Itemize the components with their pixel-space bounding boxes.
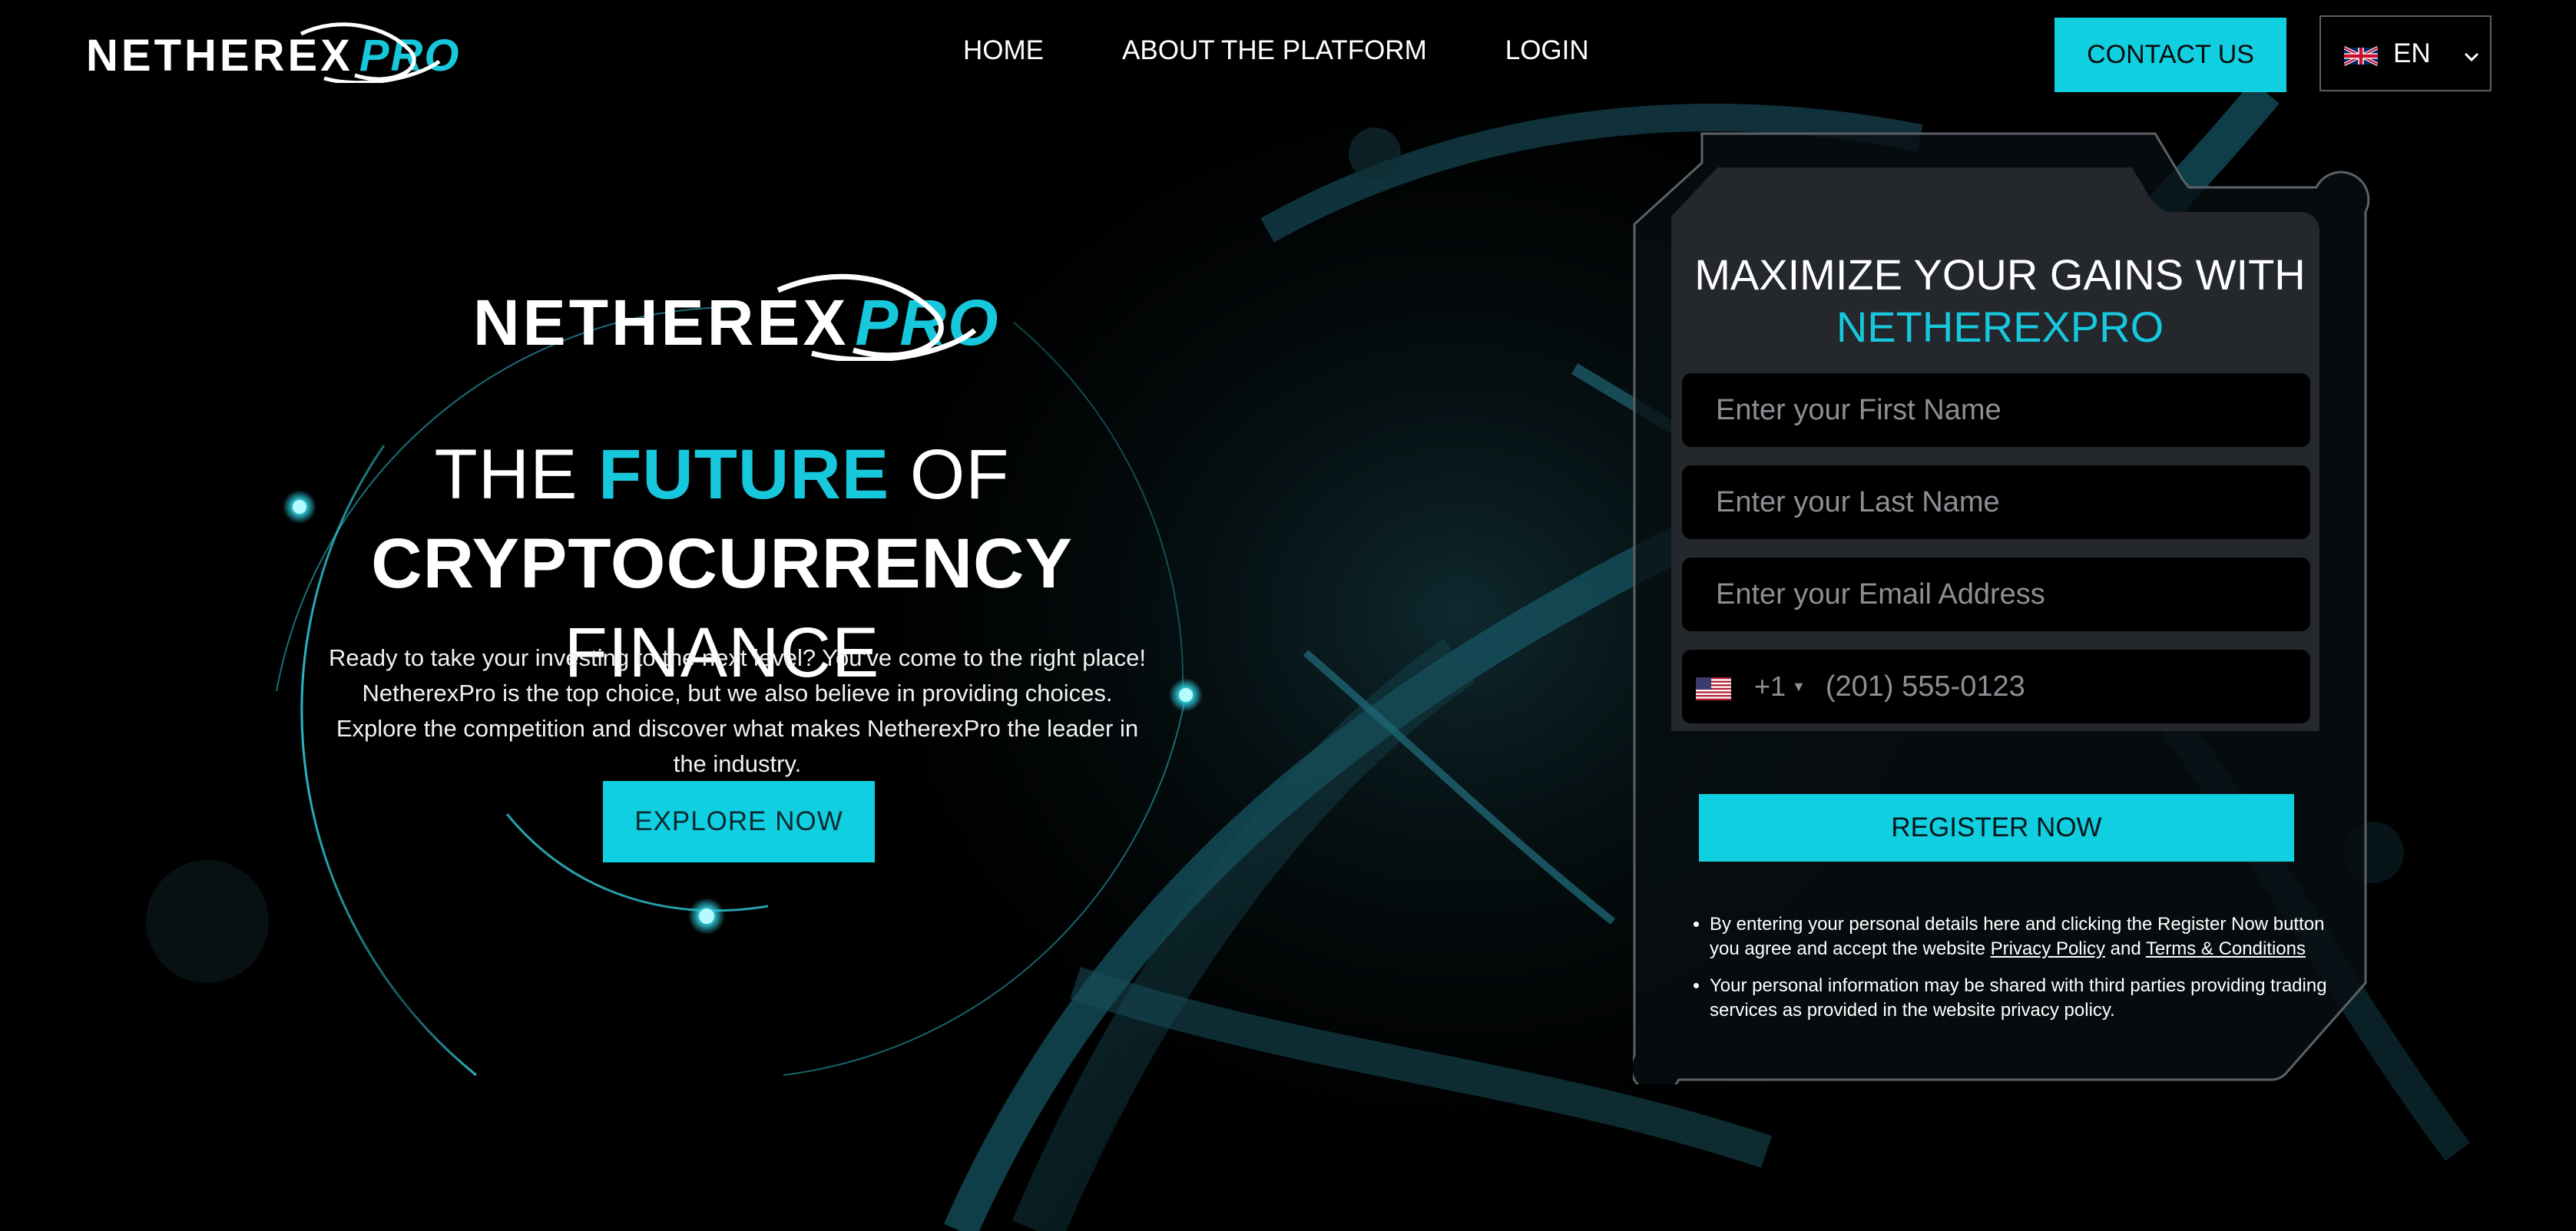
- hero-title-future: FUTURE: [598, 435, 890, 514]
- first-name-input[interactable]: [1716, 393, 2310, 427]
- hero-section: NETHEREX PRO THE FUTURE OF CRYPTOCURRENC…: [0, 0, 1306, 1231]
- hero-logo: NETHEREX PRO: [473, 273, 1000, 369]
- last-name-field[interactable]: [1682, 465, 2310, 539]
- form-title: MAXIMIZE YOUR GAINS WITH NETHEREXPRO: [1671, 249, 2329, 353]
- disclaimer-sharing-text: Your personal information may be shared …: [1710, 975, 2327, 1021]
- hero-title-cryptocurrency: CRYPTOCURRENCY: [371, 524, 1073, 603]
- nav-login[interactable]: LOGIN: [1505, 35, 1589, 66]
- nav-home[interactable]: HOME: [963, 35, 1044, 66]
- terms-conditions-link[interactable]: Terms & Conditions: [2146, 938, 2306, 959]
- phone-input[interactable]: [1825, 670, 2310, 703]
- main-nav: HOME ABOUT THE PLATFORM LOGIN: [963, 35, 1589, 66]
- form-disclaimer: By entering your personal details here a…: [1687, 912, 2332, 1035]
- disclaimer-item-consent: By entering your personal details here a…: [1710, 912, 2332, 961]
- disclaimer-item-sharing: Your personal information may be shared …: [1710, 974, 2332, 1023]
- hero-title-of: OF: [909, 435, 1010, 514]
- registration-form: MAXIMIZE YOUR GAINS WITH NETHEREXPRO +1 …: [1671, 164, 2329, 740]
- phone-field[interactable]: +1 ▼: [1682, 650, 2310, 723]
- register-now-button[interactable]: REGISTER NOW: [1699, 794, 2294, 862]
- last-name-input[interactable]: [1716, 485, 2310, 519]
- us-flag-icon[interactable]: [1696, 675, 1731, 700]
- brand-logo[interactable]: NETHEREX PRO: [86, 22, 461, 88]
- brand-suffix: PRO: [359, 30, 461, 81]
- chevron-down-icon: [2463, 38, 2480, 69]
- dial-caret-icon[interactable]: ▼: [1792, 679, 1806, 695]
- uk-flag-icon: [2343, 43, 2379, 66]
- contact-us-button[interactable]: CONTACT US: [2055, 18, 2286, 92]
- privacy-policy-link[interactable]: Privacy Policy: [1991, 938, 2105, 959]
- form-title-line2: NETHEREXPRO: [1836, 303, 2164, 351]
- dial-code[interactable]: +1: [1754, 670, 1786, 703]
- hero-description: Ready to take your investing to the next…: [328, 644, 1147, 777]
- email-input[interactable]: [1716, 577, 2310, 611]
- form-title-line1: MAXIMIZE YOUR GAINS WITH: [1694, 250, 2306, 299]
- hero-title-the: THE: [434, 435, 578, 514]
- explore-now-button[interactable]: EXPLORE NOW: [603, 781, 875, 862]
- language-selector[interactable]: EN: [2319, 15, 2492, 91]
- site-header: NETHEREX PRO HOME ABOUT THE PLATFORM LOG…: [0, 0, 2576, 108]
- hero-brand-suffix: PRO: [855, 286, 1000, 359]
- nav-about[interactable]: ABOUT THE PLATFORM: [1122, 35, 1427, 66]
- disclaimer-and-text: and: [2110, 938, 2141, 959]
- first-name-field[interactable]: [1682, 373, 2310, 447]
- language-label: EN: [2393, 38, 2431, 68]
- hero-brand-name: NETHEREX: [473, 286, 849, 359]
- email-field[interactable]: [1682, 558, 2310, 631]
- brand-name: NETHEREX: [86, 30, 353, 81]
